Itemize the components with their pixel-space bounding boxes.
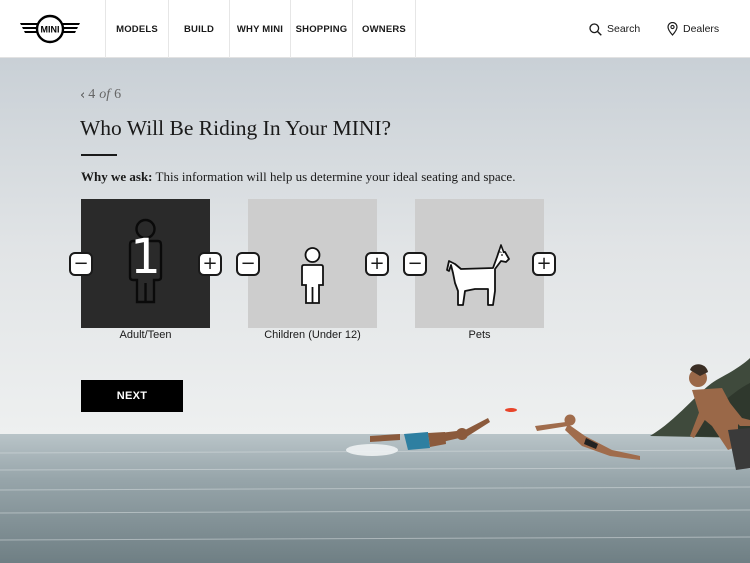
child-icon (301, 247, 324, 304)
adult-count: 1 (130, 229, 161, 285)
adult-increment-button[interactable]: + (198, 252, 222, 276)
plus-icon: + (536, 253, 552, 274)
site-header: MINI MODELS BUILD WHY MINI SHOPPING OWNE… (0, 0, 750, 58)
rider-card-children[interactable] (248, 199, 377, 328)
adult-label: Adult/Teen (119, 329, 172, 341)
dog-icon (446, 244, 510, 306)
rider-card-adult[interactable]: 1 (81, 199, 210, 328)
step-total: 6 (114, 87, 122, 102)
search-icon (589, 22, 602, 36)
why-description: This information will help us determine … (155, 169, 516, 184)
mini-logo[interactable]: MINI (18, 13, 82, 45)
step-back-link[interactable]: ‹ 4 of 6 (80, 87, 121, 103)
nav-models[interactable]: MODELS (105, 0, 168, 58)
children-increment-button[interactable]: + (365, 252, 389, 276)
adult-decrement-button[interactable]: − (69, 252, 93, 276)
search-label: Search (607, 23, 641, 35)
next-button[interactable]: NEXT (81, 380, 183, 412)
pets-label: Pets (468, 329, 491, 341)
title-divider (81, 154, 117, 156)
plus-icon: + (202, 253, 218, 274)
plus-icon: + (369, 253, 385, 274)
search-link[interactable]: Search (589, 0, 640, 58)
main-nav: MODELS BUILD WHY MINI SHOPPING OWNERS (105, 0, 416, 58)
page-title: Who Will Be Riding In Your MINI? (80, 116, 392, 140)
nav-shopping[interactable]: SHOPPING (290, 0, 352, 58)
nav-why-mini[interactable]: WHY MINI (229, 0, 290, 58)
pets-increment-button[interactable]: + (532, 252, 556, 276)
pets-decrement-button[interactable]: − (403, 252, 427, 276)
nav-owners[interactable]: OWNERS (352, 0, 416, 58)
svg-text:MINI: MINI (41, 25, 60, 35)
why-label: Why we ask: (81, 169, 153, 184)
minus-icon: − (73, 253, 89, 274)
step-current: 4 (88, 87, 96, 102)
location-pin-icon (667, 22, 678, 36)
rider-card-pets[interactable] (415, 199, 544, 328)
dealers-link[interactable]: Dealers (667, 0, 719, 58)
rider-question-panel: ‹ 4 of 6 Who Will Be Riding In Your MINI… (0, 58, 750, 563)
dealers-label: Dealers (683, 23, 720, 35)
chevron-left-icon: ‹ (80, 87, 86, 103)
nav-build[interactable]: BUILD (168, 0, 229, 58)
minus-icon: − (240, 253, 256, 274)
why-we-ask-text: Why we ask: This information will help us… (81, 169, 515, 185)
minus-icon: − (407, 253, 423, 274)
children-decrement-button[interactable]: − (236, 252, 260, 276)
step-of: of (99, 87, 111, 102)
children-label: Children (Under 12) (264, 329, 361, 341)
